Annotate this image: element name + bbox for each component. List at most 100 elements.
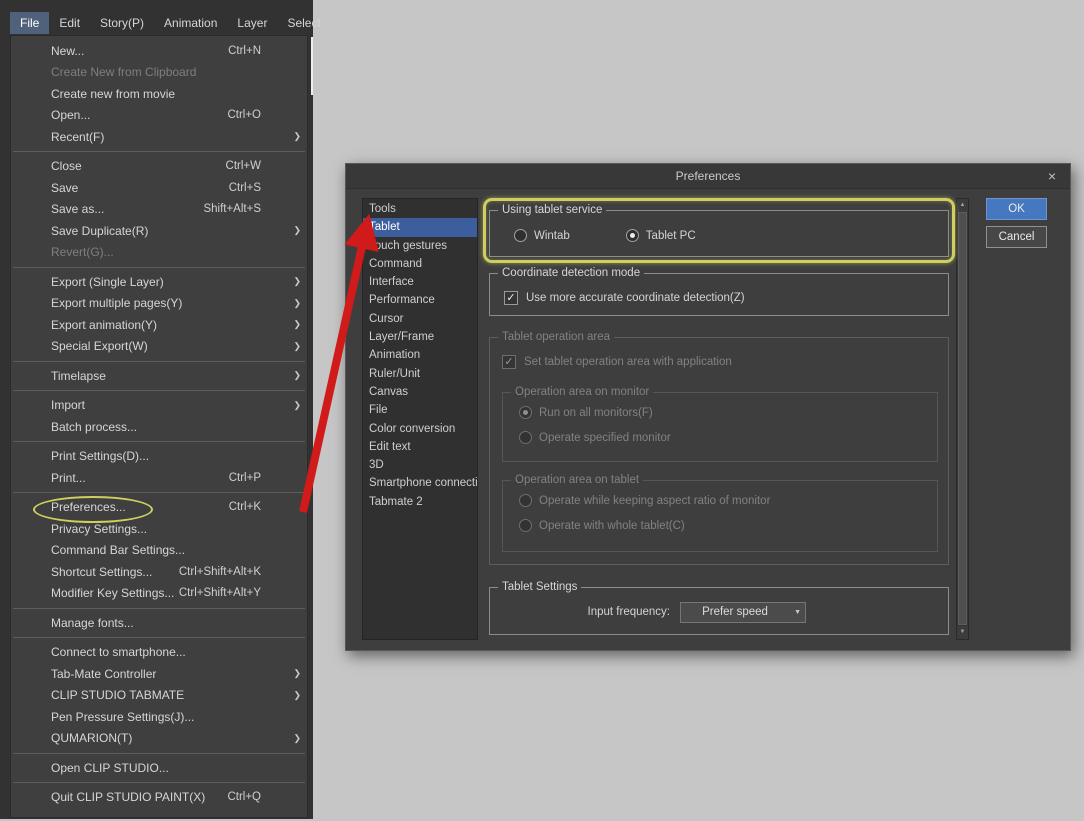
close-icon[interactable]: × [1042,164,1062,189]
dropdown-value: Prefer speed [702,606,768,618]
category-label: 3D [369,459,384,472]
category-item[interactable]: Smartphone connection [363,474,477,492]
menu-item-shortcut: Ctrl+O [227,109,261,122]
menu-item[interactable]: Tab-Mate Controller ❯ [11,663,307,685]
menu-item[interactable]: Export (Single Layer) ❯ [11,271,307,293]
menu-item[interactable]: Save as... Shift+Alt+S ❯ [11,199,307,221]
menu-item[interactable]: CLIP STUDIO TABMATE ❯ [11,685,307,707]
tablet-service-options: Wintab Tablet PC [514,226,696,245]
menubar-item[interactable]: Story(P) [90,12,154,34]
group-operation-area-tablet: Operation area on tablet Operate while k… [502,473,938,552]
radio-option[interactable]: Tablet PC [625,226,696,245]
submenu-arrow-icon: ❯ [293,668,301,679]
menubar-item[interactable]: Select [277,12,330,34]
menu-item[interactable]: Shortcut Settings... Ctrl+Shift+Alt+K ❯ [11,561,307,583]
menu-item[interactable]: Open CLIP STUDIO... ❯ [11,757,307,779]
menu-item[interactable]: Create New from Clipboard ❯ [11,62,307,84]
scrollbar-thumb[interactable] [958,212,967,625]
category-label: Ruler/Unit [369,367,421,380]
menu-item[interactable]: Modifier Key Settings... Ctrl+Shift+Alt+… [11,583,307,605]
menu-item[interactable]: QUMARION(T) ❯ [11,728,307,750]
menu-item[interactable]: Batch process... ❯ [11,416,307,438]
menu-item-label: Batch process... [51,419,138,434]
menu-item[interactable]: Export animation(Y) ❯ [11,314,307,336]
menubar-item[interactable]: Layer [227,12,277,34]
category-item[interactable]: Edit text [363,438,477,456]
radio-option[interactable]: Wintab [514,226,570,245]
category-label: Layer/Frame [369,331,435,344]
monitor-options: Run on all monitors(F) Operate specified… [519,403,671,447]
file-menu-dropdown: New... Ctrl+N ❯ Create New from Clipboar… [10,35,308,818]
menu-item[interactable]: Recent(F) ❯ [11,126,307,148]
group-operation-area-monitor: Operation area on monitor Run on all mon… [502,385,938,462]
menu-separator [13,441,305,442]
category-item[interactable]: Tools [363,200,477,218]
category-item[interactable]: Animation [363,346,477,364]
category-item[interactable]: Cursor [363,310,477,328]
category-label: Command [369,257,423,270]
menu-item[interactable]: Create new from movie ❯ [11,83,307,105]
category-item[interactable]: Command [363,255,477,273]
category-item[interactable]: 3D [363,456,477,474]
menu-item[interactable]: Manage fonts... ❯ [11,612,307,634]
menu-item[interactable]: New... Ctrl+N ❯ [11,40,307,62]
scroll-down-button[interactable]: ▼ [957,626,968,639]
menu-item[interactable]: Export multiple pages(Y) ❯ [11,293,307,315]
category-item[interactable]: Interface [363,273,477,291]
cancel-button[interactable]: Cancel [986,226,1047,248]
menu-item[interactable]: Close Ctrl+W ❯ [11,156,307,178]
scroll-up-button[interactable]: ▲ [957,199,968,212]
category-label: File [369,404,388,417]
category-item[interactable]: Ruler/Unit [363,365,477,383]
menu-item[interactable]: Command Bar Settings... ❯ [11,540,307,562]
menu-item-shortcut: Ctrl+Shift+Alt+Y [178,587,261,600]
checkbox-accurate-coordinate[interactable]: ✓ Use more accurate coordinate detection… [504,291,745,305]
dialog-titlebar[interactable]: Preferences × [346,164,1070,189]
menu-item[interactable]: Preferences... Ctrl+K ❯ [11,495,307,522]
menu-item[interactable]: Open... Ctrl+O ❯ [11,105,307,127]
menubar-item-label: Animation [164,16,218,30]
submenu-arrow-icon: ❯ [293,131,301,142]
radio-icon [514,229,527,242]
menu-item-label: Export multiple pages(Y) [51,296,183,311]
menu-separator [13,360,305,362]
input-frequency-dropdown[interactable]: Prefer speed ▼ [680,602,806,623]
menu-item-label: Manage fonts... [51,615,134,630]
menu-separator [13,151,305,152]
menu-item[interactable]: Privacy Settings... ❯ [11,518,307,540]
menu-item[interactable]: Special Export(W) ❯ [11,336,307,358]
menu-item[interactable]: Save Ctrl+S ❯ [11,177,307,199]
menu-item-label: Open CLIP STUDIO... [51,760,169,775]
radio-icon [519,431,532,444]
scrollbar[interactable]: ▲ ▼ [956,198,969,640]
menu-item[interactable]: Print Settings(D)... ❯ [11,446,307,468]
category-item[interactable]: Layer/Frame [363,328,477,346]
menu-item-label: Shortcut Settings... [51,564,153,579]
category-item[interactable]: Performance [363,291,477,309]
menu-item[interactable]: Pen Pressure Settings(J)... ❯ [11,706,307,728]
category-item[interactable]: Tabmate 2 [363,493,477,511]
menu-item[interactable]: Import ❯ [11,395,307,417]
menu-separator [13,637,305,638]
group-title: Operation area on monitor [511,385,654,399]
tablet-options: Operate while keeping aspect ratio of mo… [519,491,770,535]
menu-item[interactable]: Connect to smartphone... ❯ [11,642,307,664]
category-item[interactable]: File [363,401,477,419]
category-item[interactable]: Touch gestures [363,237,477,255]
menu-item[interactable]: Timelapse ❯ [11,365,307,387]
menu-item[interactable]: Print... Ctrl+P ❯ [11,467,307,489]
menubar-item[interactable]: Animation [154,12,227,34]
category-item[interactable]: Canvas [363,383,477,401]
menu-item[interactable]: Revert(G)... ❯ [11,242,307,264]
menubar-item[interactable]: Edit [49,12,90,34]
category-item[interactable]: Tablet [363,218,477,237]
menubar: File Edit Story(P) Animation Layer Selec… [10,12,331,34]
menubar-item[interactable]: File [10,12,50,34]
menu-item[interactable]: Quit CLIP STUDIO PAINT(X) Ctrl+Q ❯ [11,787,307,809]
menu-item-shortcut: Ctrl+S [228,181,261,194]
menu-item[interactable]: Save Duplicate(R) ❯ [11,220,307,242]
category-item[interactable]: Color conversion [363,420,477,438]
ok-button[interactable]: OK [986,198,1047,220]
menu-item-label: Save Duplicate(R) [51,223,149,238]
checkbox-label: Set tablet operation area with applicati… [524,356,732,368]
